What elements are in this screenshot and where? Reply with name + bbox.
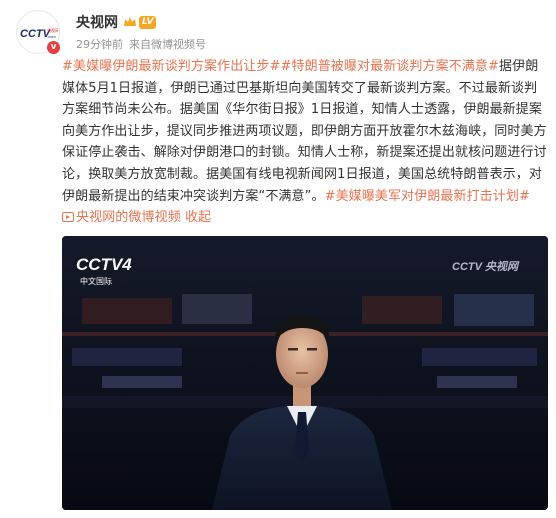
svg-text:.com: .com — [47, 34, 56, 39]
post-source[interactable]: 微博视频号 — [151, 38, 206, 51]
source-prefix: 来自 — [129, 38, 151, 51]
watermark: CCTV 央视网 — [452, 260, 520, 273]
post-time[interactable]: 29分钟前 — [76, 36, 123, 52]
post-meta: 29分钟前 来自微博视频号 — [76, 36, 206, 52]
level-badge: LV — [139, 15, 157, 29]
video-link-label: 央视网的微博视频 — [76, 210, 181, 226]
video-player[interactable]: CCTV4 中文国际 CCTV 央视网 — [62, 236, 548, 510]
author-name[interactable]: 央视网 — [76, 12, 118, 32]
topic-tag[interactable]: #美媒曝美军对伊朗最新打击计划# — [325, 189, 530, 204]
cctv-logo-icon: CCTV 央视网 .com — [20, 27, 58, 40]
channel-name: 中文国际 — [80, 276, 112, 286]
post-header: CCTV 央视网 .com v 央视网 LV 29分钟前 来自微博视频号 — [16, 10, 536, 55]
svg-text:央视网: 央视网 — [47, 27, 58, 33]
crown-icon — [124, 17, 136, 26]
video-frame: CCTV4 中文国际 CCTV 央视网 — [62, 236, 548, 510]
collapse-link[interactable]: 收起 — [185, 210, 211, 225]
verified-badge-icon: v — [46, 40, 61, 55]
avatar[interactable]: CCTV 央视网 .com v — [16, 10, 61, 55]
video-link[interactable]: 央视网的微博视频 — [62, 210, 181, 225]
post-body-text: 据伊朗媒体5月1日报道，伊朗已通过巴基斯坦向美国转交了最新谈判方案。不过最新谈判… — [62, 59, 547, 204]
post-content: #美媒曝伊朗最新谈判方案作出让步##特朗普被曝对最新谈判方案不满意#据伊朗媒体5… — [62, 56, 548, 229]
video-link-icon — [62, 212, 74, 223]
channel-logo-text: CCTV4 — [76, 255, 132, 274]
topic-tag[interactable]: #特朗普被曝对最新谈判方案不满意# — [281, 59, 500, 74]
topic-tag[interactable]: #美媒曝伊朗最新谈判方案作出让步# — [62, 59, 281, 74]
